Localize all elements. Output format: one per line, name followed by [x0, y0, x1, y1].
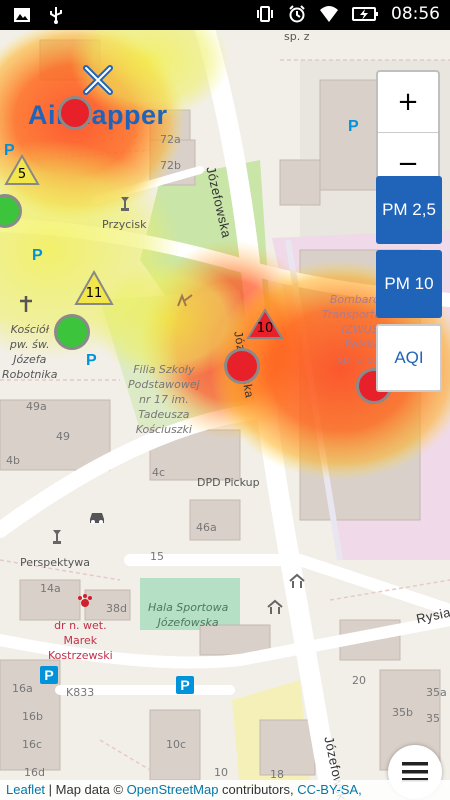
battery-charging-icon	[352, 7, 378, 21]
layer-pm25-button[interactable]: PM 2,5	[376, 176, 442, 244]
poi-perspektywa[interactable]: Perspektywa	[20, 556, 90, 569]
sensor-value: 10	[256, 321, 274, 336]
parking-icon: P	[86, 352, 97, 369]
car-icon	[90, 513, 104, 524]
sensor-marker-red[interactable]	[58, 96, 92, 130]
osm-link[interactable]: OpenStreetMap	[127, 782, 219, 797]
parking-icon: P	[32, 247, 43, 264]
house-number: 46a	[196, 521, 217, 534]
house-number: 49a	[26, 400, 47, 413]
house-number: 35b	[392, 706, 413, 719]
poi-dpd-pickup[interactable]: DPD Pickup	[197, 476, 260, 489]
wifi-icon	[320, 6, 338, 22]
house-number: 15	[150, 550, 164, 563]
poi-spz: sp. z	[284, 30, 310, 43]
sensor-value: 5	[17, 167, 27, 182]
house-number: 38d	[106, 602, 127, 615]
leaflet-link[interactable]: Leaflet	[6, 782, 45, 797]
layer-aqi-button[interactable]: AQI	[376, 324, 442, 392]
usb-icon	[50, 7, 62, 24]
sensor-marker-red[interactable]	[224, 348, 260, 384]
house-number: 10	[214, 766, 228, 779]
layer-pm10-button[interactable]: PM 10	[376, 250, 442, 318]
house-number: 16b	[22, 710, 43, 723]
parking-icon: P	[176, 676, 194, 694]
vibrate-icon	[257, 6, 273, 22]
house-number: 35	[426, 712, 440, 725]
poi-vet[interactable]: dr n. wet. Marek Kostrzewski	[48, 618, 113, 663]
map-view[interactable]: Airmapper Józefowska Józefowska Józefows…	[0, 30, 450, 800]
parking-icon: P	[348, 118, 359, 135]
house-number: 16d	[24, 766, 45, 779]
shelter-icon	[289, 573, 305, 588]
house-number: 72b	[160, 159, 181, 172]
sensor-triangle-5[interactable]: 5	[4, 153, 40, 186]
status-bar: 08:56	[0, 0, 450, 30]
house-number: 35a	[426, 686, 447, 699]
house-number: 16c	[22, 738, 43, 751]
sensor-value: 11	[85, 286, 103, 301]
poi-hala-sportowa[interactable]: Hala Sportowa Józefowska	[148, 600, 228, 630]
sensor-triangle-10[interactable]: 10	[246, 308, 284, 340]
church-icon	[20, 296, 32, 312]
house-number: 72a	[160, 133, 181, 146]
house-number: 10c	[166, 738, 187, 751]
app-logo-text: Airmapper	[28, 100, 168, 130]
image-icon	[14, 8, 30, 22]
monument-icon	[121, 197, 129, 211]
house-number: 16a	[12, 682, 33, 695]
house-number: 14a	[40, 582, 61, 595]
house-number: 4b	[6, 454, 20, 467]
poi-church[interactable]: Kościół pw. św. Józefa Robotnika	[2, 322, 58, 382]
clock: 08:56	[391, 4, 440, 24]
house-number: 49	[56, 430, 70, 443]
zoom-in-button[interactable]: +	[378, 72, 438, 133]
poi-school[interactable]: Filia Szkoły Podstawowej nr 17 im. Tadeu…	[128, 362, 200, 437]
airmapper-logo-icon	[83, 65, 113, 95]
house-number: 20	[352, 674, 366, 687]
veterinary-icon	[78, 594, 92, 607]
parking-icon: P	[40, 666, 58, 684]
house-number: K833	[66, 686, 95, 699]
poi-przycisk[interactable]: Przycisk	[102, 218, 146, 231]
alarm-icon	[289, 5, 305, 23]
playground-icon	[177, 293, 193, 307]
attribution-text: | Map data ©	[45, 782, 127, 797]
house-number: 4c	[152, 466, 166, 479]
map-attribution: Leaflet | Map data © OpenStreetMap contr…	[0, 780, 450, 800]
monument-icon	[53, 530, 61, 544]
attribution-text: contributors,	[218, 782, 298, 797]
shelter-icon	[267, 599, 283, 614]
sensor-marker-green[interactable]	[54, 314, 90, 350]
sensor-triangle-11[interactable]: 11	[74, 269, 114, 306]
license-link[interactable]: CC-BY-SA,	[297, 782, 362, 797]
